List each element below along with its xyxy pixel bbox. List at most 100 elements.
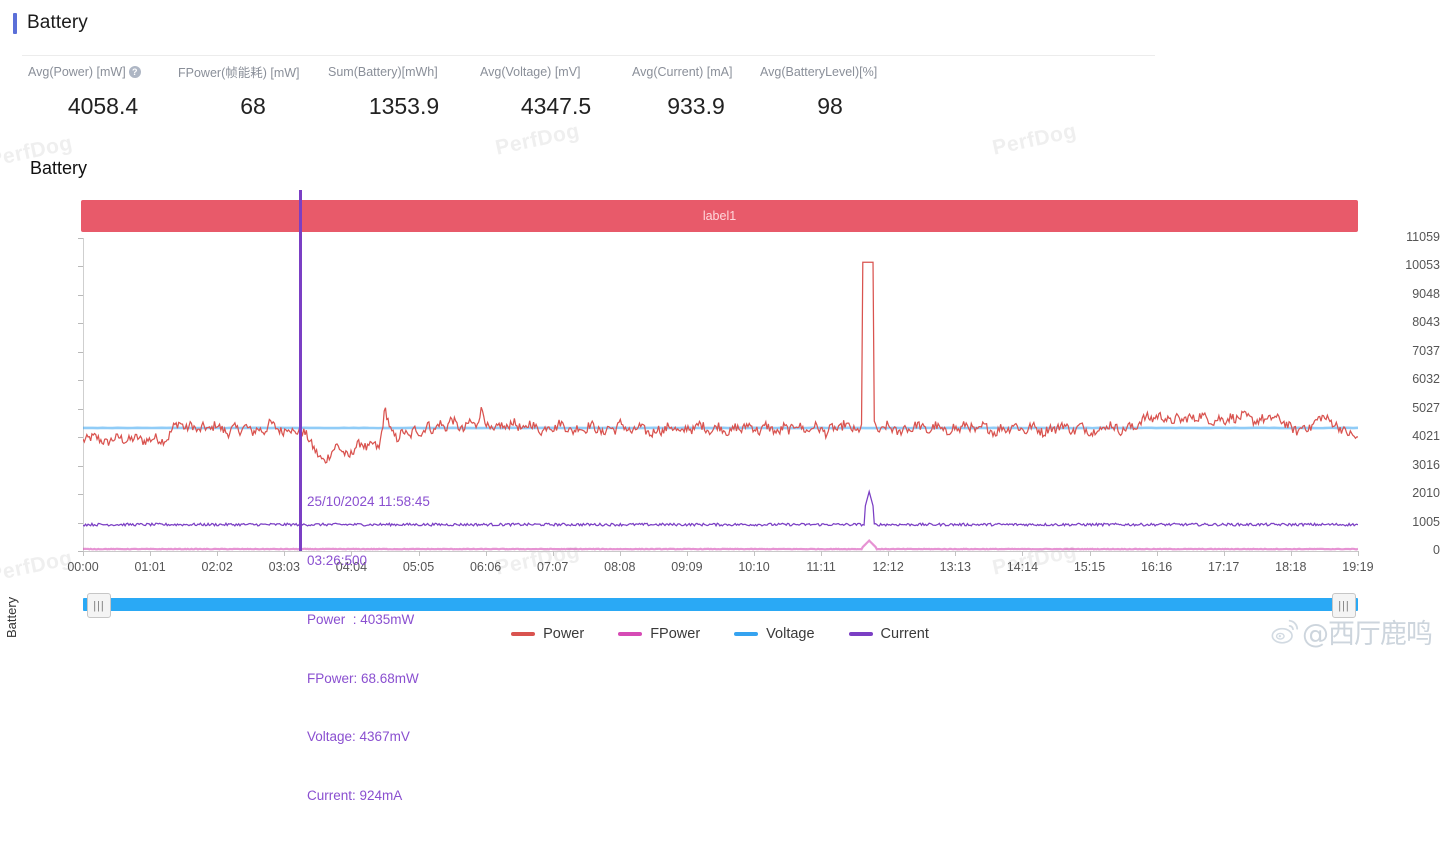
y-tick-label: 4021	[1378, 429, 1440, 443]
chart-legend: Power FPower Voltage Current	[0, 626, 1440, 642]
metric-label-avg-current: Avg(Current) [mA]	[632, 62, 760, 81]
x-tick-label: 14:14	[1007, 560, 1038, 574]
legend-label: Current	[881, 626, 929, 642]
x-tick-mark	[1358, 551, 1359, 556]
x-tick-mark	[821, 551, 822, 556]
watermark-perfdog: PerfDog	[493, 119, 581, 160]
legend-item-fpower[interactable]: FPower	[618, 626, 700, 642]
x-tick-mark	[687, 551, 688, 556]
x-tick-label: 19:19	[1342, 560, 1373, 574]
grip-handle-icon: |||	[93, 600, 105, 612]
metric-label-fpower: FPower(帧能耗) [mW]	[178, 62, 328, 81]
x-tick-mark	[955, 551, 956, 556]
x-tick-mark	[1157, 551, 1158, 556]
battery-chart: label1 Battery 0100520103016402150276032…	[0, 190, 1440, 610]
legend-item-current[interactable]: Current	[849, 626, 929, 642]
legend-label: Voltage	[766, 626, 814, 642]
x-tick-label: 13:13	[940, 560, 971, 574]
y-tick-label: 10053	[1378, 258, 1440, 272]
x-tick-mark	[1090, 551, 1091, 556]
label-band[interactable]: label1	[81, 200, 1358, 232]
legend-swatch-icon	[849, 632, 873, 636]
x-tick-mark	[217, 551, 218, 556]
legend-swatch-icon	[618, 632, 642, 636]
metric-label-row: Avg(Power) [mW] ? FPower(帧能耗) [mW] Sum(B…	[0, 62, 1440, 81]
y-tick-label: 11059	[1378, 230, 1440, 244]
y-tick-label: 0	[1378, 543, 1440, 557]
metric-value-avg-voltage: 4347.5	[480, 93, 632, 120]
metric-value-avg-battery-level: 98	[760, 93, 900, 120]
metric-label-text: Avg(Power) [mW]	[28, 65, 126, 79]
page-title: Battery	[27, 12, 88, 34]
title-accent-bar	[13, 13, 17, 34]
label-band-text: label1	[703, 209, 736, 223]
legend-swatch-icon	[734, 632, 758, 636]
x-tick-label: 09:09	[671, 560, 702, 574]
y-tick-label: 3016	[1378, 458, 1440, 472]
timeline-scrollbar[interactable]: ||| |||	[83, 598, 1358, 611]
x-tick-mark	[1022, 551, 1023, 556]
y-tick-label: 7037	[1378, 344, 1440, 358]
x-tick-label: 11:11	[806, 560, 835, 574]
series-canvas	[83, 238, 1358, 551]
page-header: Battery	[0, 8, 88, 38]
series-fpower	[83, 541, 1358, 550]
x-tick-mark	[754, 551, 755, 556]
metric-label-avg-power: Avg(Power) [mW] ?	[28, 62, 178, 81]
x-tick-label: 10:10	[738, 560, 769, 574]
x-tick-mark	[888, 551, 889, 556]
legend-swatch-icon	[511, 632, 535, 636]
series-current	[83, 492, 1358, 526]
weibo-handle: @西厅鹿鸣	[1302, 612, 1432, 651]
scrollbar-left-handle[interactable]: |||	[87, 593, 111, 618]
x-tick-label: 06:06	[470, 560, 501, 574]
legend-label: Power	[543, 626, 584, 642]
metric-value-fpower: 68	[178, 93, 328, 120]
x-tick-label: 18:18	[1275, 560, 1306, 574]
x-tick-label: 03:03	[269, 560, 300, 574]
weibo-watermark: @西厅鹿鸣	[1270, 612, 1432, 651]
metric-value-avg-current: 933.9	[632, 93, 760, 120]
tooltip-voltage: Voltage: 4367mV	[307, 727, 430, 747]
y-tick-label: 5027	[1378, 401, 1440, 415]
grip-handle-icon: |||	[1338, 600, 1350, 612]
tooltip-current: Current: 924mA	[307, 786, 430, 806]
x-axis-line	[83, 551, 1358, 552]
chart-section-title: Battery	[30, 158, 87, 179]
x-tick-mark	[486, 551, 487, 556]
x-tick-label: 15:15	[1074, 560, 1105, 574]
x-tick-mark	[83, 551, 84, 556]
x-tick-mark	[150, 551, 151, 556]
y-tick-label: 6032	[1378, 372, 1440, 386]
x-tick-label: 02:02	[202, 560, 233, 574]
x-tick-mark	[553, 551, 554, 556]
y-tick-label: 8043	[1378, 315, 1440, 329]
x-tick-label: 12:12	[873, 560, 904, 574]
y-tick-label: 1005	[1378, 515, 1440, 529]
x-tick-label: 01:01	[134, 560, 165, 574]
metric-value-row: 4058.4 68 1353.9 4347.5 933.9 98	[0, 93, 1440, 120]
metric-value-sum-battery: 1353.9	[328, 93, 480, 120]
help-icon[interactable]: ?	[129, 66, 141, 78]
cursor-line[interactable]	[299, 190, 302, 551]
plot-area[interactable]: Battery 01005201030164021502760327037804…	[0, 238, 1440, 563]
metric-label-sum-battery: Sum(Battery)[mWh]	[328, 62, 480, 81]
weibo-logo-icon	[1270, 617, 1300, 647]
summary-metrics: Avg(Power) [mW] ? FPower(帧能耗) [mW] Sum(B…	[0, 62, 1440, 120]
x-tick-label: 17:17	[1208, 560, 1239, 574]
tooltip-elapsed: 03:26:500	[307, 551, 430, 571]
x-tick-mark	[1224, 551, 1225, 556]
series-power	[83, 262, 1358, 463]
tooltip-datetime: 25/10/2024 11:58:45	[307, 492, 430, 512]
chart-tooltip: 25/10/2024 11:58:45 03:26:500 Power : 40…	[307, 453, 430, 845]
x-tick-mark	[284, 551, 285, 556]
header-divider	[22, 55, 1155, 56]
watermark-perfdog: PerfDog	[990, 119, 1078, 160]
tooltip-fpower: FPower: 68.68mW	[307, 669, 430, 689]
y-tick-label: 9048	[1378, 287, 1440, 301]
x-tick-label: 16:16	[1141, 560, 1172, 574]
legend-item-power[interactable]: Power	[511, 626, 584, 642]
legend-item-voltage[interactable]: Voltage	[734, 626, 814, 642]
y-tick-label: 2010	[1378, 486, 1440, 500]
x-tick-mark	[1291, 551, 1292, 556]
